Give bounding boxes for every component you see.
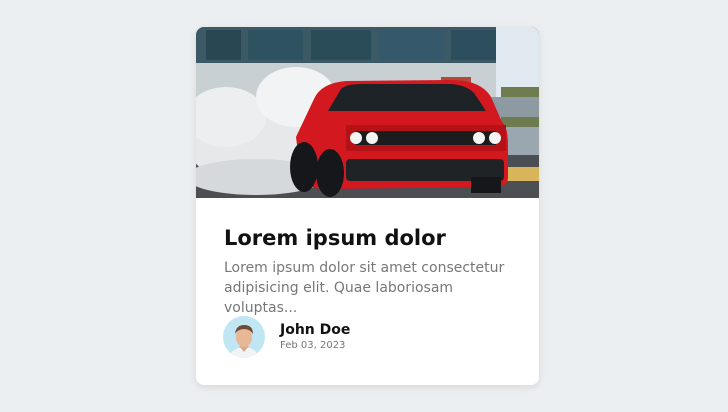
author-name[interactable]: John Doe xyxy=(280,321,350,339)
blog-card[interactable]: Lorem ipsum dolor Lorem ipsum dolor sit … xyxy=(196,27,539,385)
author-info: John Doe Feb 03, 2023 xyxy=(280,321,350,353)
card-description: Lorem ipsum dolor sit amet consectetur a… xyxy=(224,260,505,316)
post-date: Feb 03, 2023 xyxy=(280,340,346,351)
author: John Doe Feb 03, 2023 xyxy=(223,316,350,358)
avatar xyxy=(223,316,265,358)
card-image xyxy=(196,27,539,198)
card-title: Lorem ipsum dolor xyxy=(224,226,446,250)
